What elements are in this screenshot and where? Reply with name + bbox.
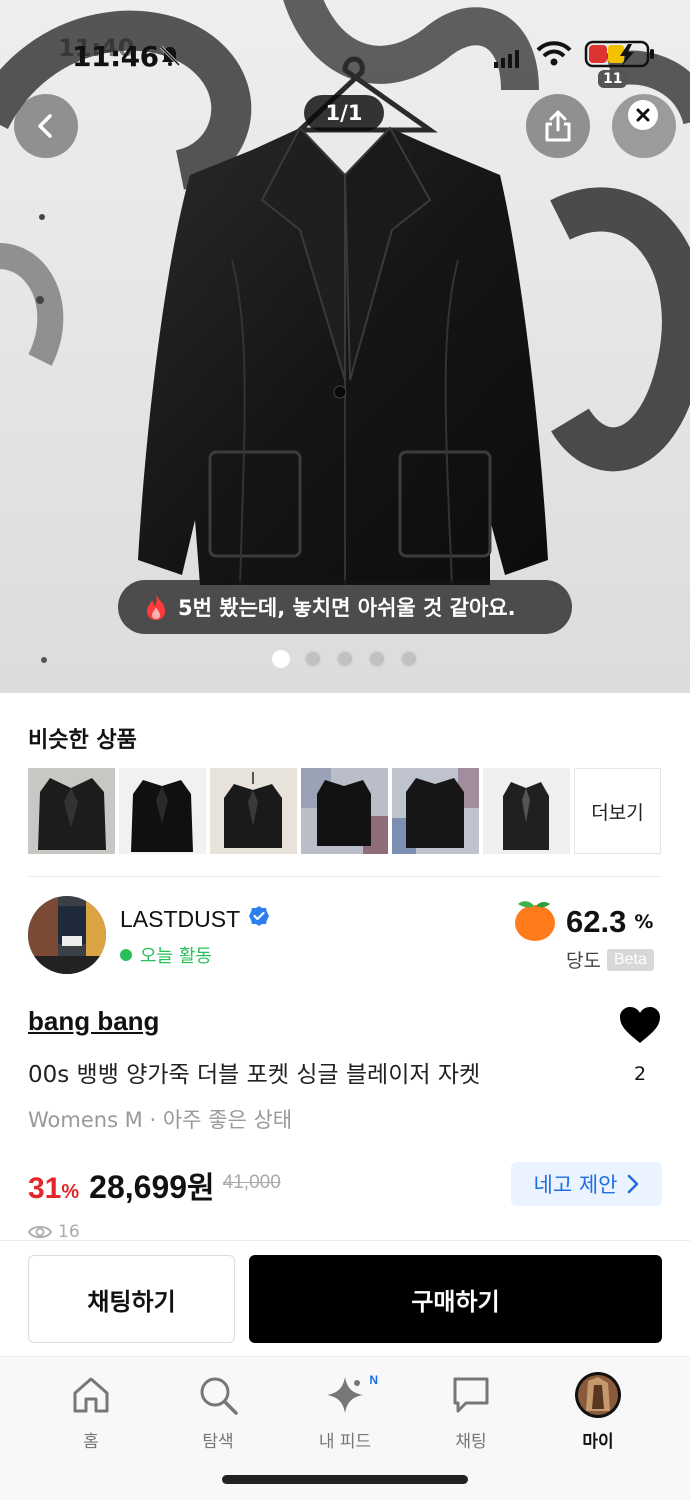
home-indicator bbox=[222, 1475, 468, 1484]
share-button[interactable] bbox=[526, 94, 590, 158]
chat-button[interactable]: 채팅하기 bbox=[28, 1255, 235, 1343]
seller-activity-label: 오늘 활동 bbox=[140, 946, 212, 967]
view-count-toast: 5번 봤는데, 놓치면 아쉬울 것 같아요. bbox=[118, 580, 572, 634]
discount-rate: 31% bbox=[28, 1172, 79, 1206]
carousel-dot[interactable] bbox=[272, 650, 290, 668]
tab-chat-label: 채팅 bbox=[455, 1432, 487, 1452]
similar-product-thumb[interactable] bbox=[28, 768, 115, 854]
bottom-tab-bar: 홈 탐색 N 내 피드 채팅 마이 bbox=[0, 1356, 690, 1500]
image-counter: 1/1 bbox=[304, 95, 384, 131]
carousel-dot[interactable] bbox=[304, 650, 322, 668]
verified-badge-icon bbox=[248, 905, 270, 933]
tab-search-label: 탐색 bbox=[202, 1432, 234, 1452]
section-divider bbox=[28, 876, 662, 877]
seller-name: LASTDUST bbox=[120, 905, 241, 932]
tab-my-feed-label: 내 피드 bbox=[318, 1432, 372, 1452]
tangerine-icon bbox=[512, 898, 558, 946]
wifi-icon bbox=[536, 40, 572, 72]
price-row: 31% 28,699 원 41,000 bbox=[28, 1163, 281, 1207]
battery-level: 11 bbox=[598, 70, 628, 88]
tab-my-label: 마이 bbox=[582, 1432, 614, 1452]
seller-name-row[interactable]: LASTDUST bbox=[120, 905, 270, 933]
similar-product-thumb[interactable] bbox=[119, 768, 206, 854]
heart-icon bbox=[620, 1007, 660, 1043]
similar-product-thumb[interactable] bbox=[301, 768, 388, 854]
carousel-dot[interactable] bbox=[400, 650, 418, 668]
offer-label: 네고 제안 bbox=[533, 1173, 618, 1197]
discount-value: 31 bbox=[28, 1172, 62, 1205]
tab-my-feed[interactable]: N 내 피드 bbox=[290, 1371, 400, 1452]
bell-muted-icon bbox=[158, 44, 182, 72]
tab-home-label: 홈 bbox=[83, 1432, 99, 1452]
score-label-row[interactable]: 당도 Beta bbox=[566, 946, 654, 973]
purchase-action-bar: 채팅하기 구매하기 bbox=[0, 1240, 690, 1356]
eye-icon bbox=[28, 1225, 52, 1239]
product-meta: Womens M · 아주 좋은 상태 bbox=[28, 1108, 293, 1132]
current-price: 28,699 bbox=[89, 1169, 188, 1205]
product-title: 00s 뱅뱅 양가죽 더블 포켓 싱글 블레이저 자켓 bbox=[28, 1062, 481, 1088]
seller-activity: 오늘 활동 bbox=[120, 942, 212, 968]
carousel-dot[interactable] bbox=[336, 650, 354, 668]
profile-avatar-icon bbox=[574, 1371, 622, 1419]
online-indicator bbox=[120, 949, 132, 961]
score-value: 62.3 bbox=[566, 904, 627, 939]
brand-link[interactable]: bang bang bbox=[28, 1006, 159, 1037]
score-label: 당도 bbox=[566, 950, 601, 972]
similar-product-thumb[interactable] bbox=[210, 768, 297, 854]
similar-product-thumb[interactable] bbox=[392, 768, 479, 854]
close-button[interactable] bbox=[612, 94, 676, 158]
tab-my[interactable]: 마이 bbox=[543, 1371, 653, 1452]
cellular-signal-icon bbox=[494, 50, 520, 72]
price-unit: 원 bbox=[187, 1171, 215, 1206]
beta-badge: Beta bbox=[606, 948, 654, 971]
buy-button[interactable]: 구매하기 bbox=[249, 1255, 662, 1343]
view-count: 16 bbox=[28, 1223, 80, 1241]
like-count: 2 bbox=[634, 1063, 647, 1085]
status-time: 11:46 bbox=[72, 40, 159, 73]
status-bar: 11:40 11:46 11 bbox=[0, 24, 690, 88]
close-icon bbox=[628, 100, 658, 130]
carousel-dots bbox=[272, 650, 418, 668]
chevron-right-icon bbox=[628, 1174, 639, 1194]
search-icon bbox=[197, 1371, 239, 1419]
home-icon bbox=[70, 1371, 112, 1419]
offer-button[interactable]: 네고 제안 bbox=[511, 1162, 662, 1206]
seller-score: 62.3% bbox=[512, 898, 653, 946]
similar-products-title: 비슷한 상품 bbox=[28, 728, 137, 753]
tab-search[interactable]: 탐색 bbox=[163, 1371, 273, 1452]
chevron-left-icon bbox=[38, 114, 52, 138]
seller-avatar[interactable] bbox=[28, 896, 106, 974]
carousel-dot[interactable] bbox=[368, 650, 386, 668]
discount-unit: % bbox=[61, 1181, 80, 1203]
sparkle-icon: N bbox=[324, 1371, 378, 1419]
score-unit: % bbox=[634, 911, 654, 933]
original-price: 41,000 bbox=[222, 1172, 281, 1193]
fire-icon bbox=[144, 593, 168, 621]
like-button[interactable] bbox=[618, 1005, 662, 1049]
back-button[interactable] bbox=[14, 94, 78, 158]
toast-text: 5번 봤는데, 놓치면 아쉬울 것 같아요. bbox=[178, 596, 516, 620]
tab-home[interactable]: 홈 bbox=[36, 1371, 146, 1452]
share-icon bbox=[545, 110, 571, 142]
product-image-carousel[interactable]: 11:40 11:46 11 1/1 5번 봤는데, 놓치면 아쉬울 것 같아요… bbox=[0, 0, 690, 693]
tab-chat[interactable]: 채팅 bbox=[416, 1371, 526, 1452]
see-more-button[interactable]: 더보기 bbox=[574, 768, 661, 854]
similar-products-row: 더보기 bbox=[28, 768, 661, 854]
similar-product-thumb[interactable] bbox=[483, 768, 570, 854]
new-badge: N bbox=[369, 1373, 378, 1387]
chat-bubble-icon bbox=[450, 1371, 492, 1419]
battery-icon bbox=[582, 38, 658, 72]
view-count-value: 16 bbox=[58, 1223, 80, 1241]
